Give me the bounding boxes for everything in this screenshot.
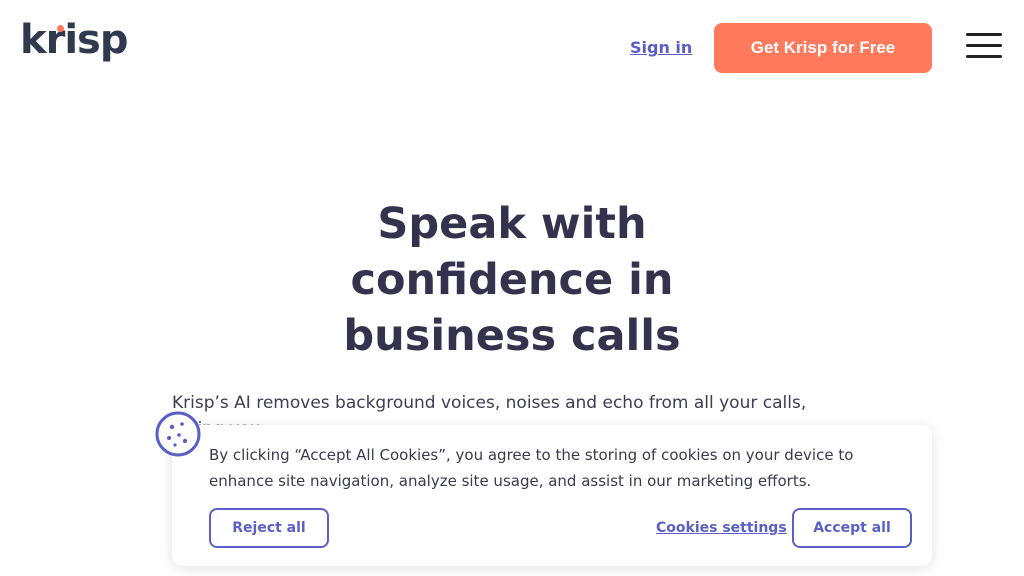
logo-dot [57, 25, 64, 32]
cookie-consent-text: By clicking “Accept All Cookies”, you ag… [209, 446, 854, 490]
logo-text: krisp [20, 17, 128, 63]
get-krisp-free-button[interactable]: Get Krisp for Free [714, 23, 932, 73]
cookie-consent-banner: By clicking “Accept All Cookies”, you ag… [172, 425, 932, 566]
site-header: krisp Sign in Get Krisp for Free [0, 0, 1024, 96]
cookie-icon[interactable] [155, 411, 201, 457]
krisp-logo[interactable]: krisp [20, 17, 128, 63]
reject-all-button[interactable]: Reject all [209, 508, 329, 548]
hamburger-menu-icon[interactable] [966, 33, 1002, 59]
hero-title: Speak with confidence in business calls [343, 199, 681, 361]
sign-in-link[interactable]: Sign in [630, 38, 692, 57]
accept-all-button[interactable]: Accept all [792, 508, 912, 548]
cookies-settings-link[interactable]: Cookies settings [656, 520, 787, 536]
